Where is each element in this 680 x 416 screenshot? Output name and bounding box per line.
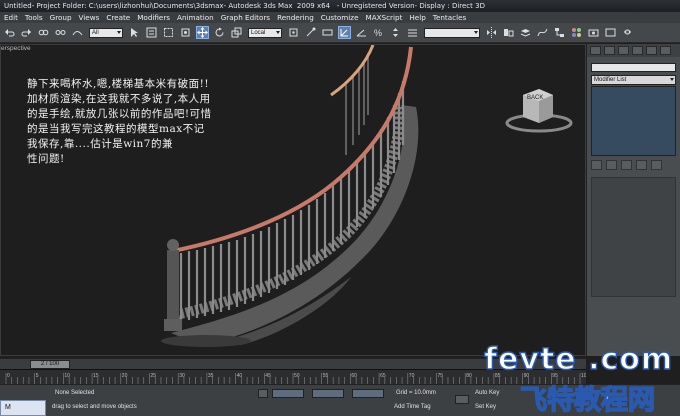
named-selection-icon[interactable] [407, 27, 418, 38]
align-icon[interactable] [503, 27, 514, 38]
select-and-move-icon[interactable] [196, 26, 209, 39]
watermark-site-name: 飞特教程网 [519, 384, 655, 416]
viewcube[interactable]: BACK [501, 75, 585, 145]
create-tab-icon[interactable] [590, 46, 601, 55]
select-and-link-icon[interactable] [38, 27, 49, 38]
menu-views[interactable]: Views [79, 13, 100, 22]
hierarchy-tab-icon[interactable] [618, 46, 629, 55]
spinner-snap-icon[interactable] [390, 27, 401, 38]
track-tick-label: 0 [7, 373, 10, 379]
object-name-field[interactable] [591, 63, 676, 72]
title-bar: Untitled - Project Folder: C:\users\lizh… [0, 0, 680, 12]
key-icon[interactable] [455, 395, 469, 404]
mirror-icon[interactable] [486, 27, 497, 38]
site-watermark: fevte .com 飞特教程网 [483, 341, 680, 416]
angle-snap-icon[interactable] [356, 27, 367, 38]
percent-snap-icon[interactable]: % [373, 27, 384, 38]
menu-group[interactable]: Group [50, 13, 72, 22]
pivot-center-icon[interactable] [288, 27, 299, 38]
main-toolbar: All Local % [0, 23, 680, 43]
configure-sets-icon[interactable] [651, 160, 662, 170]
grid-size: Grid = 10.0mm [396, 390, 436, 396]
select-and-rotate-icon[interactable] [214, 27, 225, 38]
modifier-list-dropdown[interactable]: Modifier List [591, 75, 676, 85]
redo-icon[interactable] [21, 27, 32, 38]
viewcube-face-label[interactable]: BACK [527, 95, 543, 101]
menu-graph-editors[interactable]: Graph Editors [221, 13, 270, 22]
menu-bar: Edit Tools Group Views Create Modifiers … [0, 12, 680, 23]
menu-tools[interactable]: Tools [25, 13, 43, 22]
remove-modifier-icon[interactable] [636, 160, 647, 170]
spiral-staircase-model [161, 45, 419, 347]
modifier-stack[interactable] [591, 86, 676, 156]
menu-animation[interactable]: Animation [177, 13, 214, 22]
curve-editor-icon[interactable] [537, 27, 548, 38]
menu-create[interactable]: Create [106, 13, 130, 22]
schematic-view-icon[interactable] [554, 27, 565, 38]
menu-rendering[interactable]: Rendering [277, 13, 314, 22]
menu-maxscript[interactable]: MAXScript [366, 13, 403, 22]
inner-handrail [330, 45, 375, 97]
perspective-viewport[interactable]: erspective 静下来喝杯水,嗯,楼梯基本米有破面!! 加材质渲染,在这我… [0, 44, 586, 356]
watermark-url: fevte .com [483, 341, 674, 377]
y-coordinate-field[interactable] [312, 389, 344, 398]
document-title: Untitled [4, 2, 32, 10]
app-title: - Autodesk 3ds Max 2009 x64 - Unregister… [223, 2, 415, 10]
region-select-icon[interactable] [163, 27, 174, 38]
stair-base [161, 335, 251, 347]
command-panel-tabs [587, 44, 680, 57]
snaps-toggle-icon[interactable] [338, 26, 351, 39]
display-driver: - Display : Direct 3D [414, 2, 485, 10]
x-coordinate-field[interactable] [272, 389, 304, 398]
render-setup-icon[interactable] [588, 27, 599, 38]
quick-render-icon[interactable] [622, 27, 633, 38]
material-editor-icon[interactable] [571, 27, 582, 38]
motion-tab-icon[interactable] [632, 46, 643, 55]
select-by-name-icon[interactable] [146, 27, 157, 38]
make-unique-icon[interactable] [621, 160, 632, 170]
menu-edit[interactable]: Edit [4, 13, 18, 22]
named-selection-sets-dropdown[interactable] [424, 27, 480, 38]
lock-selection-icon[interactable] [258, 389, 268, 398]
selection-status: None Selected [55, 390, 95, 396]
bind-space-warp-icon[interactable] [72, 27, 83, 38]
modify-tab-icon[interactable] [604, 46, 615, 55]
minimized-window-tab[interactable]: M [0, 400, 46, 416]
time-slider-thumb[interactable]: 2 / 100 [30, 360, 70, 369]
undo-icon[interactable] [4, 27, 15, 38]
keyboard-shortcut-icon[interactable] [322, 27, 333, 38]
utilities-tab-icon[interactable] [660, 46, 671, 55]
manipulate-icon[interactable] [305, 27, 316, 38]
project-folder: - Project Folder: C:\users\lizhonhui\Doc… [31, 2, 224, 10]
select-object-icon[interactable] [129, 27, 140, 38]
show-end-result-icon[interactable] [606, 160, 617, 170]
menu-modifiers[interactable]: Modifiers [137, 13, 170, 22]
rendered-frame-window-icon[interactable] [605, 27, 616, 38]
window-crossing-icon[interactable] [180, 27, 191, 38]
menu-tentacles[interactable]: Tentacles [433, 13, 466, 22]
select-and-scale-icon[interactable] [231, 27, 242, 38]
parameters-rollout [591, 177, 676, 297]
prompt-line: drag to select and move objects [52, 404, 137, 410]
menu-help[interactable]: Help [409, 13, 425, 22]
layer-manager-icon[interactable] [520, 27, 531, 38]
svg-text:%: % [374, 28, 382, 38]
menu-customize[interactable]: Customize [321, 13, 359, 22]
selection-filter-dropdown[interactable]: All [89, 27, 123, 38]
inner-balusters [345, 53, 369, 155]
unlink-icon[interactable] [55, 27, 66, 38]
display-tab-icon[interactable] [646, 46, 657, 55]
z-coordinate-field[interactable] [352, 389, 384, 398]
command-panel: Modifier List [586, 44, 680, 356]
track-tick-label: 5 [36, 373, 39, 379]
pin-stack-icon[interactable] [591, 160, 602, 170]
reference-coord-dropdown[interactable]: Local [248, 27, 282, 38]
stack-controls [591, 160, 676, 171]
add-time-tag-button[interactable]: Add Time Tag [394, 404, 431, 410]
